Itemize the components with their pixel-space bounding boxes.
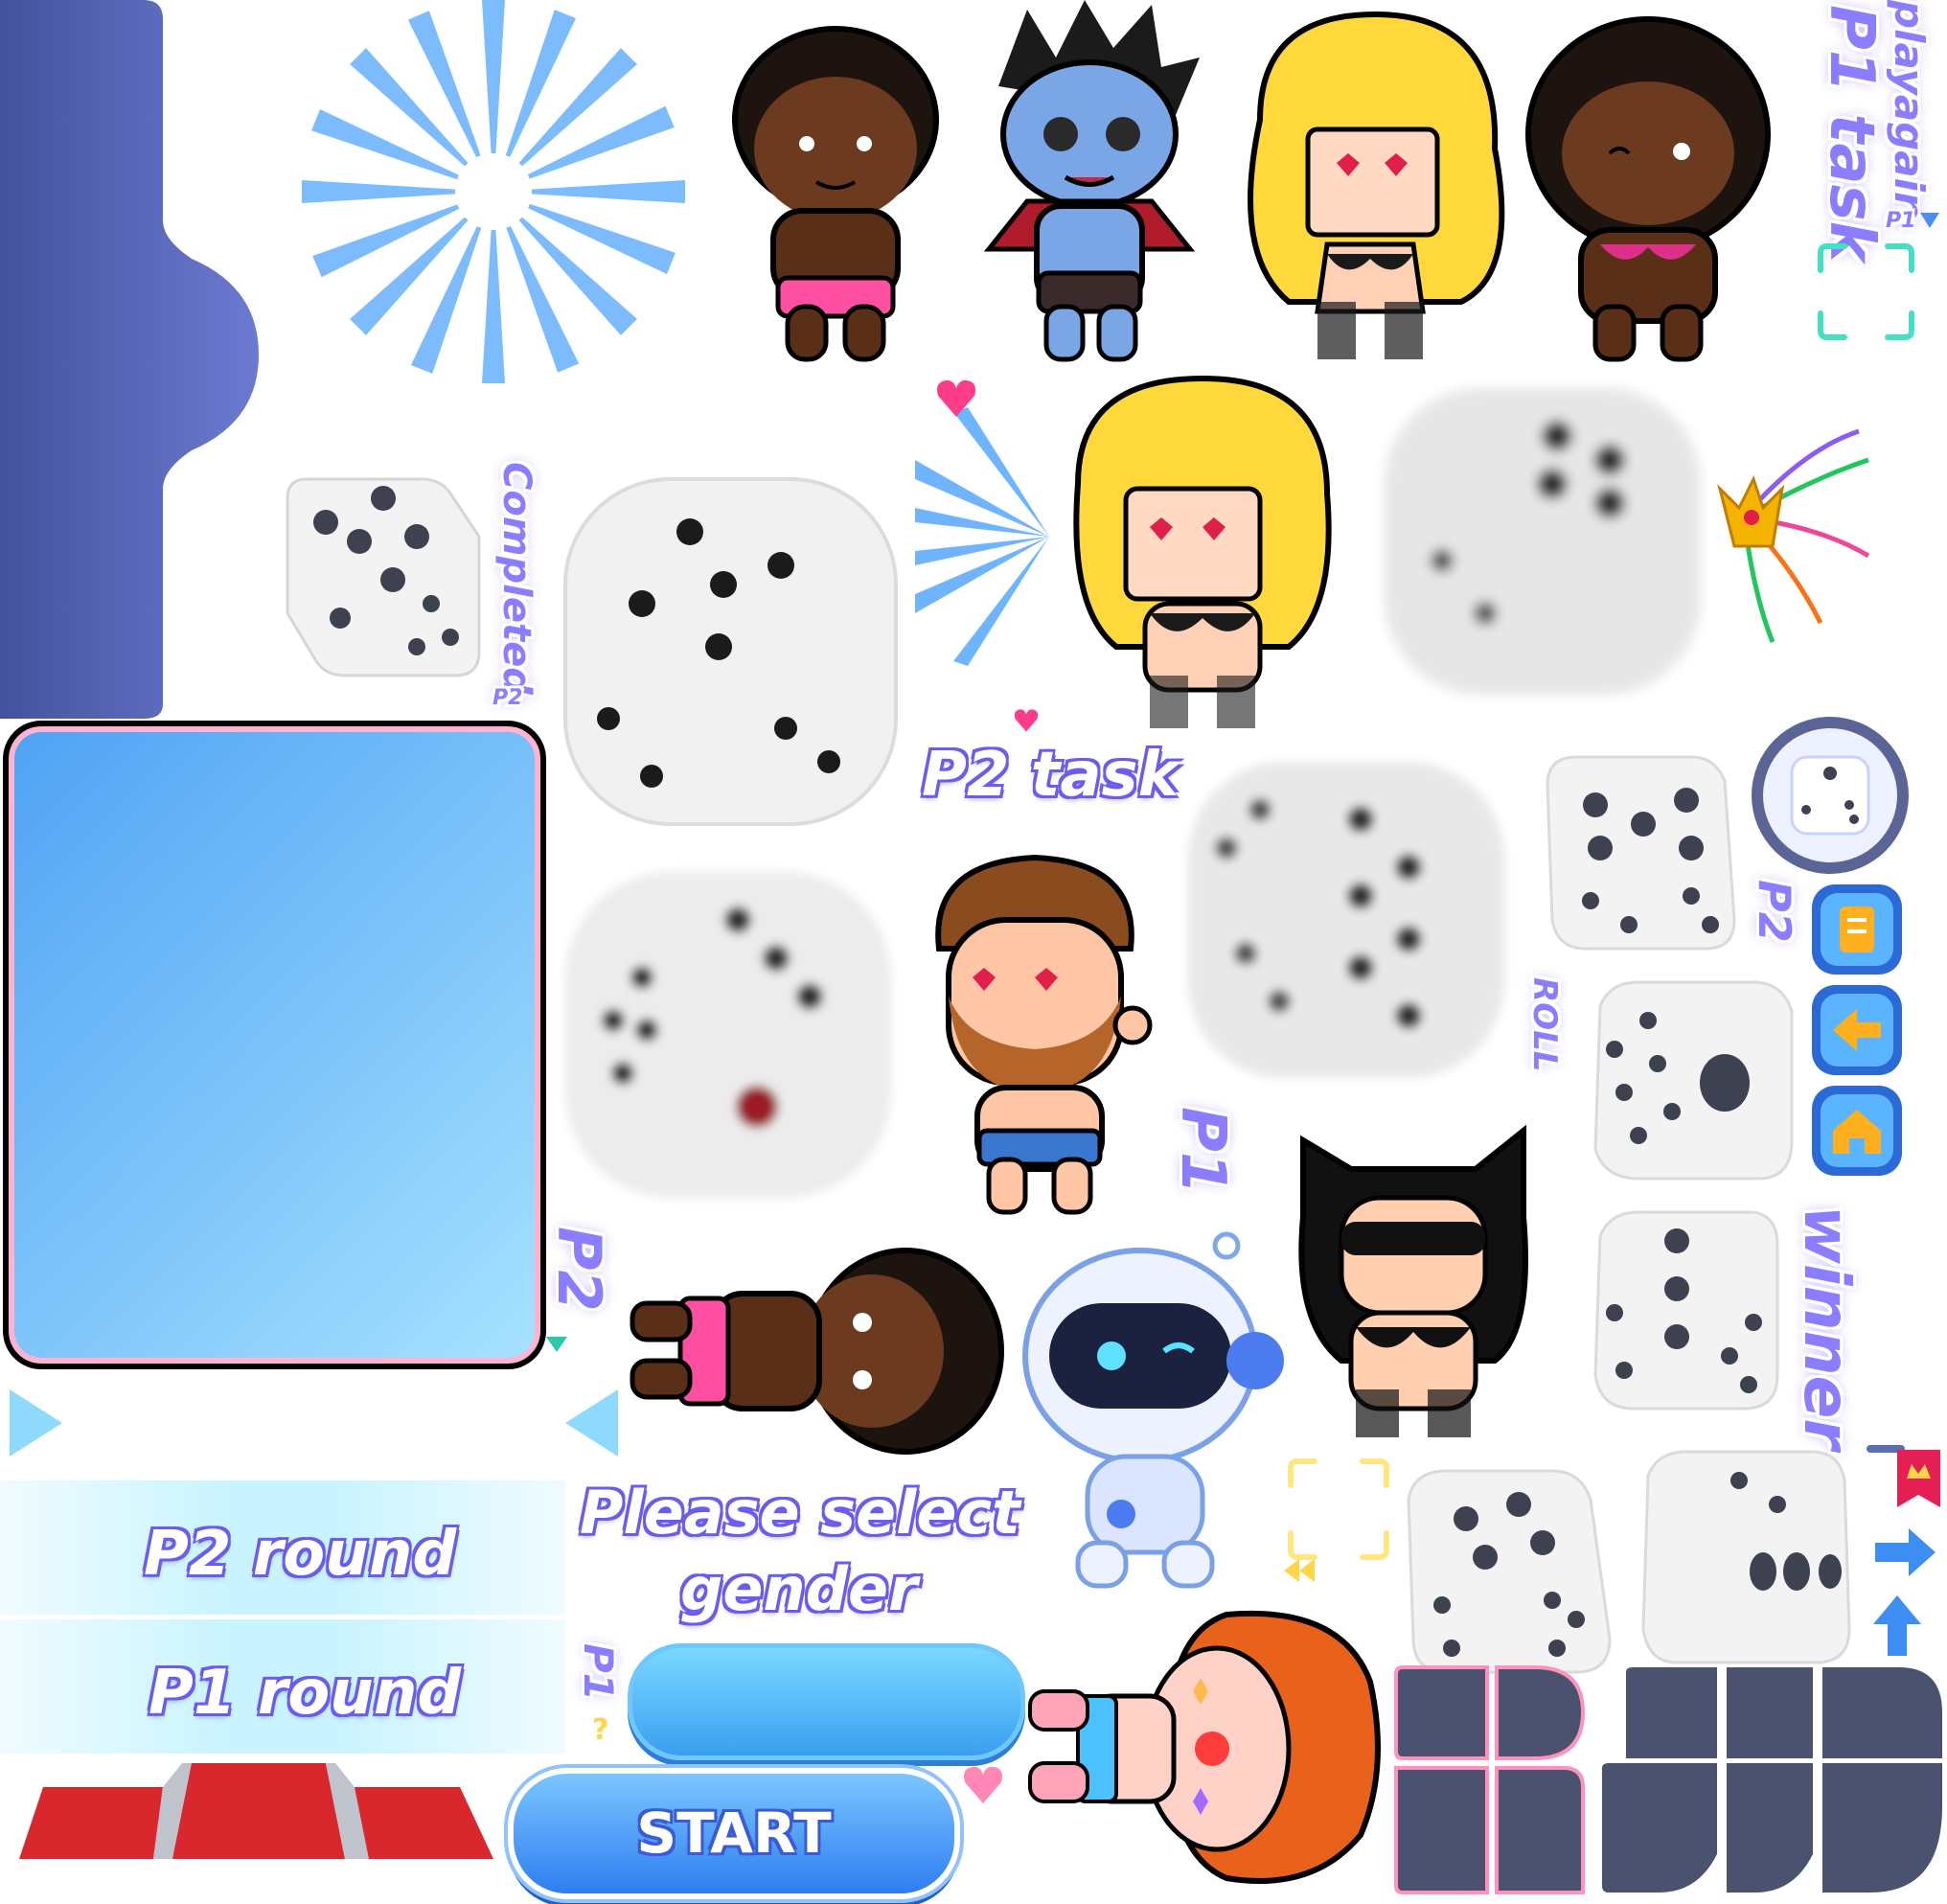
dice-round-button[interactable] bbox=[1749, 714, 1912, 877]
dice-blurred-four bbox=[1385, 388, 1701, 695]
character-clown-lying bbox=[1028, 1610, 1381, 1884]
p2-side-label: P2 bbox=[1749, 880, 1800, 943]
please-select-line2: gender bbox=[680, 1554, 918, 1624]
character-afro-woman bbox=[1525, 16, 1771, 362]
rewind-icon bbox=[1284, 1559, 1315, 1582]
roll-label: ROLL bbox=[1525, 977, 1564, 1072]
back-arrow-icon[interactable] bbox=[1809, 982, 1905, 1078]
focus-bracket-small bbox=[1288, 1458, 1389, 1560]
character-blonde-girl-front bbox=[1073, 375, 1332, 728]
heart-icon bbox=[1014, 709, 1039, 732]
p1-question-label: P1 bbox=[575, 1643, 622, 1702]
heart-icon bbox=[937, 379, 975, 417]
focus-bracket bbox=[1818, 243, 1914, 340]
p2-small-label: P2 bbox=[492, 686, 523, 710]
arrow-right-icon[interactable] bbox=[0, 1380, 72, 1466]
character-blonde-girl bbox=[1248, 11, 1505, 359]
dice-five-right bbox=[1593, 1210, 1779, 1411]
dice-blurred-six bbox=[1188, 762, 1504, 1078]
dice-six-left bbox=[1407, 1469, 1612, 1674]
name-input-pill[interactable] bbox=[628, 1643, 1025, 1760]
arrow-up-icon bbox=[1873, 1595, 1921, 1656]
p1-side-label: P1 bbox=[1167, 1107, 1238, 1195]
crown-icon bbox=[1717, 428, 1870, 643]
p1-small-label: P1 bbox=[1886, 209, 1916, 233]
arrow-right-icon bbox=[1875, 1528, 1936, 1576]
character-vampire bbox=[983, 0, 1200, 362]
character-dark-boy-lying bbox=[630, 1248, 1004, 1455]
info-panel-blue bbox=[3, 721, 546, 1369]
p2-round-label: P2 round bbox=[144, 1519, 457, 1590]
home-icon[interactable] bbox=[1809, 1083, 1905, 1179]
completed-label: Completed bbox=[494, 462, 538, 695]
p2-marker-label: P2 bbox=[544, 1227, 614, 1312]
crown-flag-icon bbox=[1867, 1445, 1940, 1507]
dice-blurred-three bbox=[565, 872, 891, 1198]
triangle-down-icon bbox=[546, 1337, 567, 1352]
please-select-line1: Please select bbox=[580, 1478, 1020, 1548]
p2-task-label: P2 task bbox=[922, 740, 1180, 811]
winner-label: winner bbox=[1790, 1205, 1864, 1450]
sunburst-effect bbox=[302, 0, 685, 383]
sunburst-partial bbox=[915, 407, 1049, 666]
character-robot bbox=[1022, 1231, 1284, 1589]
dice-large-five bbox=[563, 477, 898, 826]
start-button-label: START bbox=[636, 1801, 832, 1866]
dice-five-tilted bbox=[1546, 755, 1736, 951]
character-cat-girl bbox=[1298, 1124, 1528, 1437]
podium-stripes bbox=[19, 1763, 493, 1859]
character-dark-boy bbox=[732, 26, 939, 362]
heart-icon bbox=[964, 1766, 1002, 1803]
dice-one bbox=[1593, 980, 1794, 1181]
question-mark-icon: ? bbox=[592, 1713, 609, 1747]
start-button[interactable]: START bbox=[508, 1768, 960, 1899]
triangle-down-icon bbox=[1920, 213, 1939, 228]
dice-small-five bbox=[286, 477, 481, 677]
play-again-label: playagain bbox=[1886, 0, 1933, 220]
dice-three-right bbox=[1641, 1450, 1851, 1664]
p1-task-label: P1 task bbox=[1816, 5, 1887, 263]
character-bearded-man bbox=[935, 854, 1153, 1215]
arrow-left-icon[interactable] bbox=[556, 1380, 628, 1466]
p1-round-label: P1 round bbox=[149, 1658, 462, 1729]
note-icon[interactable] bbox=[1809, 882, 1905, 977]
dark-tiles-grid bbox=[1394, 1665, 1942, 1894]
side-panel-dark bbox=[0, 0, 259, 719]
